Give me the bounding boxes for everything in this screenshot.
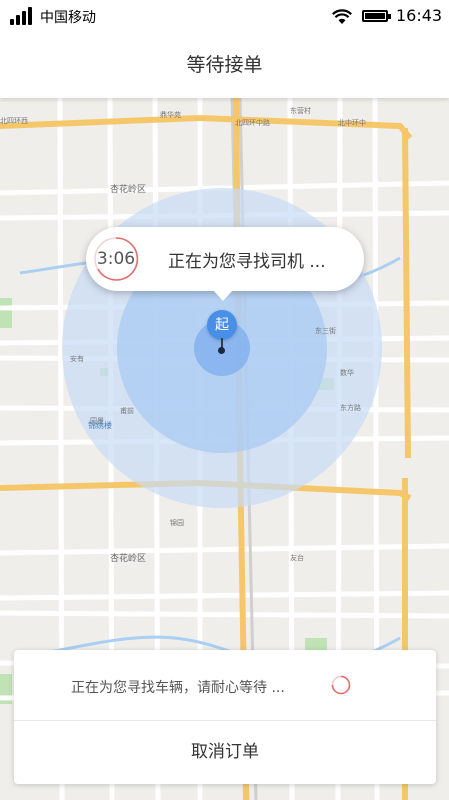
location-dot-icon [218, 347, 225, 354]
map-label: 安有 [70, 355, 84, 363]
page-title: 等待接单 [186, 54, 263, 76]
nav-bar: 等待接单 [0, 32, 449, 98]
map-label: 杏花岭区 [110, 185, 147, 195]
map-label: 鼎华苑 [160, 111, 181, 119]
wifi-icon [332, 9, 352, 24]
map-label: 东三街 [315, 327, 336, 335]
map-label: 北四环西 [0, 117, 28, 125]
map-label: 东方路 [340, 404, 361, 412]
map-label: 锦园 [170, 519, 184, 527]
status-bar: 中国移动 16:43 [0, 0, 449, 32]
countdown-timer: 3:06 [96, 249, 136, 269]
order-status-card: 正在为您寻找车辆，请耐心等待 ... 取消订单 [14, 650, 436, 784]
map-label: 甫前 [120, 407, 134, 415]
poi-label: 锦绣楼 [88, 421, 112, 430]
searching-driver-text: 正在为您寻找司机 ... [168, 252, 326, 272]
map-label: 北四环中路 [235, 119, 270, 127]
map-label: 杏花岭区 [110, 554, 147, 564]
map-label: 友台 [290, 554, 304, 562]
map-label: 数华 [340, 369, 354, 377]
start-point-marker[interactable]: 起 [207, 310, 237, 340]
status-message-row: 正在为您寻找车辆，请耐心等待 ... [14, 650, 436, 720]
loading-spinner-icon [331, 675, 351, 695]
cancel-order-button[interactable]: 取消订单 [14, 721, 436, 784]
map-label: 东营村 [290, 107, 311, 115]
carrier-name: 中国移动 [40, 10, 96, 26]
status-time: 16:43 [396, 6, 443, 25]
status-message: 正在为您寻找车辆，请耐心等待 ... [71, 680, 285, 696]
battery-icon [362, 10, 391, 22]
map-label: 北中环中 [338, 119, 366, 127]
searching-driver-bubble: 3:06 正在为您寻找司机 ... [86, 227, 364, 301]
signal-icon [10, 7, 36, 25]
